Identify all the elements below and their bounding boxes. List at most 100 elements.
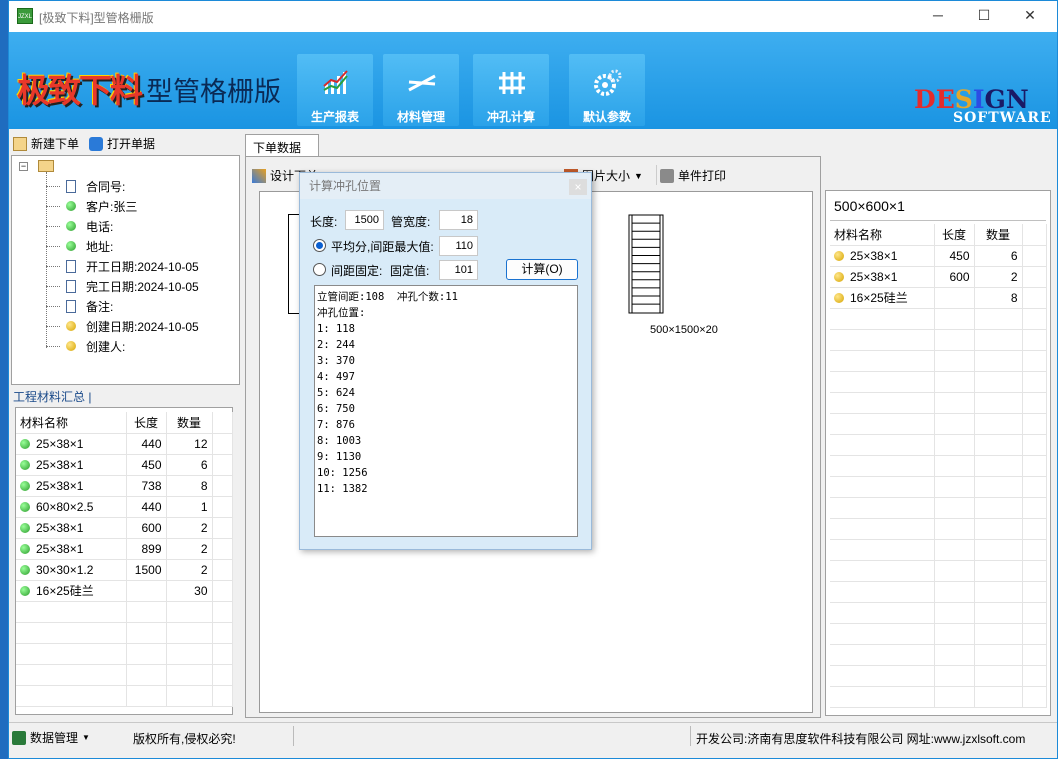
- tree-item[interactable]: 客户:张三: [46, 196, 137, 216]
- fixed-value-input[interactable]: 101: [439, 260, 478, 280]
- table-row[interactable]: 25×38×1 600 2: [16, 517, 233, 539]
- length-cell: 450: [949, 248, 970, 263]
- tree-item[interactable]: 创建日期:2024-10-05: [46, 316, 199, 336]
- dialog-close-button[interactable]: ×: [569, 179, 587, 195]
- column-header[interactable]: 数量: [166, 412, 213, 434]
- company-info: 开发公司:济南有思度软件科技有限公司 网址:www.jzxlsoft.com: [696, 732, 1026, 746]
- tree-item[interactable]: 完工日期:2024-10-05: [46, 276, 199, 296]
- table-row[interactable]: 25×38×1 440 12: [16, 433, 233, 455]
- table-row[interactable]: [16, 643, 233, 665]
- column-header[interactable]: 长度: [934, 224, 975, 246]
- close-button[interactable]: ✕: [1007, 1, 1053, 32]
- table-row[interactable]: [830, 455, 1047, 477]
- table-row[interactable]: [830, 581, 1047, 603]
- table-row[interactable]: [16, 601, 233, 623]
- table-row[interactable]: [830, 497, 1047, 519]
- data-management-label: 数据管理: [30, 731, 79, 745]
- table-row[interactable]: [830, 476, 1047, 498]
- table-row[interactable]: [16, 685, 233, 707]
- table-row[interactable]: [830, 329, 1047, 351]
- tree-item-label: 备注:: [86, 299, 114, 314]
- table-row[interactable]: 16×25硅兰 8: [830, 287, 1047, 309]
- database-icon: [12, 730, 26, 745]
- table-row[interactable]: [830, 602, 1047, 624]
- tree-item[interactable]: 创建人:: [46, 336, 125, 356]
- logo: 极致下料: [17, 71, 143, 110]
- result-line: 7: 876: [317, 419, 355, 431]
- table-row[interactable]: [830, 350, 1047, 372]
- software-logo: SOFTWARE: [953, 110, 1052, 126]
- table-row[interactable]: [830, 371, 1047, 393]
- quantity-cell: 6: [1010, 248, 1018, 263]
- result-line: 6: 750: [317, 403, 355, 415]
- column-header[interactable]: 数量: [974, 224, 1023, 246]
- column-header[interactable]: 长度: [126, 412, 167, 434]
- tree-item[interactable]: 合同号:: [46, 176, 125, 196]
- chart-icon: [323, 70, 348, 94]
- tab-material-summary[interactable]: 工程材料汇总 |: [13, 388, 91, 405]
- table-row[interactable]: [830, 413, 1047, 435]
- tree-collapse-toggle[interactable]: −: [19, 162, 28, 171]
- length-input[interactable]: 1500: [345, 210, 384, 230]
- open-order-button[interactable]: 打开单据: [89, 135, 155, 152]
- tree-item[interactable]: 开工日期:2024-10-05: [46, 256, 199, 276]
- print-single-button[interactable]: 单件打印: [660, 167, 726, 184]
- logo-subtitle: 型管格栅版: [146, 77, 281, 108]
- table-row[interactable]: [830, 644, 1047, 666]
- minimize-button[interactable]: ─: [915, 1, 961, 32]
- table-row[interactable]: 25×38×1 899 2: [16, 538, 233, 560]
- table-row[interactable]: [16, 622, 233, 644]
- column-header[interactable]: 材料名称: [830, 224, 935, 246]
- tree-item[interactable]: 电话:: [46, 216, 113, 236]
- design-letter: D: [914, 85, 936, 114]
- data-management-dropdown[interactable]: 数据管理 ▼: [12, 729, 90, 746]
- table-row[interactable]: 25×38×1 600 2: [830, 266, 1047, 288]
- table-row[interactable]: [830, 518, 1047, 540]
- tube-width-input[interactable]: 18: [439, 210, 478, 230]
- tab-order-data[interactable]: 下单数据: [245, 134, 319, 156]
- table-row[interactable]: [830, 623, 1047, 645]
- tree-item[interactable]: 备注:: [46, 296, 113, 316]
- table-row[interactable]: [830, 539, 1047, 561]
- new-order-button[interactable]: 新建下单: [13, 135, 79, 152]
- material-summary-table: 材料名称 长度 数量 25×38×1 440 12 25×38×1 450 6 25×38×1 73…: [15, 407, 233, 715]
- table-row[interactable]: [830, 665, 1047, 687]
- nav-material-management[interactable]: 材料管理: [383, 54, 459, 126]
- table-row[interactable]: [16, 664, 233, 686]
- maximize-button[interactable]: ☐: [961, 1, 1007, 32]
- table-row[interactable]: 25×38×1 450 6: [830, 245, 1047, 267]
- radio-average[interactable]: [313, 239, 326, 252]
- calculate-button[interactable]: 计算(O): [506, 259, 578, 280]
- length-cell: 899: [141, 541, 162, 556]
- result-textarea[interactable]: 立管间距:108 冲孔个数:11 冲孔位置: 1: 118 2: 244 3: 370 4…: [314, 285, 578, 537]
- result-line: 冲孔位置:: [317, 307, 366, 319]
- chevron-down-icon: ▼: [82, 733, 90, 742]
- length-cell: 600: [141, 520, 162, 535]
- part-material-table: 材料名称 长度 数量 25×38×1 450 6 25×38×1 600 2 16×25硅兰 8: [830, 220, 1047, 710]
- table-row[interactable]: 25×38×1 450 6: [16, 454, 233, 476]
- table-row[interactable]: [830, 434, 1047, 456]
- table-row[interactable]: 60×80×2.5 440 1: [16, 496, 233, 518]
- nav-punch-calc[interactable]: 冲孔计算: [473, 54, 549, 126]
- tree-item[interactable]: 地址:: [46, 236, 113, 256]
- nav-label: 生产报表: [310, 110, 359, 124]
- green-dot-icon: [20, 480, 30, 491]
- material-name: 25×38×1: [36, 436, 84, 451]
- nav-production-report[interactable]: 生产报表: [297, 54, 373, 126]
- result-line: 10: 1256: [317, 467, 368, 479]
- material-name: 16×25硅兰: [36, 584, 94, 598]
- max-spacing-input[interactable]: 110: [439, 236, 478, 256]
- length-cell: 738: [141, 478, 162, 493]
- table-row[interactable]: [830, 560, 1047, 582]
- table-row[interactable]: 16×25硅兰 30: [16, 580, 233, 602]
- table-row[interactable]: [830, 392, 1047, 414]
- table-row[interactable]: 25×38×1 738 8: [16, 475, 233, 497]
- column-header[interactable]: 材料名称: [16, 412, 127, 434]
- nav-default-params[interactable]: 默认参数: [569, 54, 645, 126]
- radio-fixed[interactable]: [313, 263, 326, 276]
- print-single-label: 单件打印: [678, 169, 727, 183]
- punch-position-dialog: 计算冲孔位置 × 长度: 1500 管宽度: 18 平均分,间距最大值: 110…: [299, 172, 592, 550]
- table-row[interactable]: [830, 686, 1047, 708]
- table-row[interactable]: [830, 308, 1047, 330]
- table-row[interactable]: 30×30×1.2 1500 2: [16, 559, 233, 581]
